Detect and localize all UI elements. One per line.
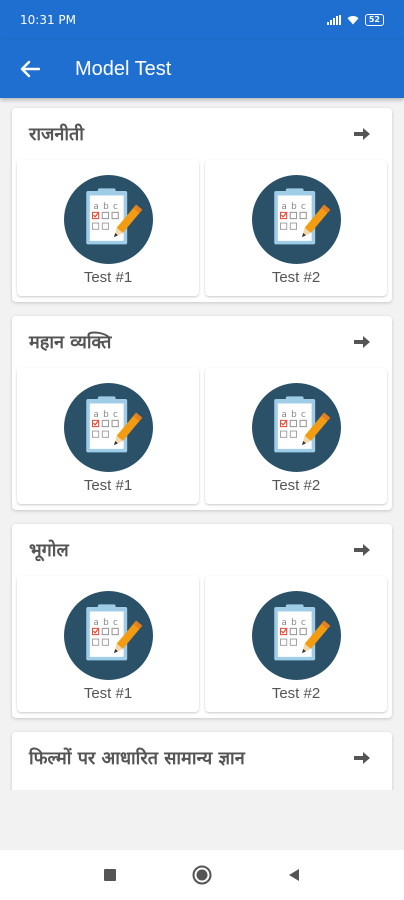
svg-text:b: b (103, 410, 109, 420)
svg-text:a: a (281, 202, 286, 212)
test-card[interactable]: a b c Test #1 (17, 368, 199, 504)
test-card[interactable]: a b c Test #1 (17, 160, 199, 296)
test-cards: a b c Test #1 a b c Test #2 (12, 576, 392, 718)
circle-icon (192, 865, 212, 885)
triangle-back-icon (289, 869, 299, 881)
test-cards: a b c Test #1 a b c Test #2 (12, 160, 392, 302)
test-label: Test #1 (83, 685, 133, 702)
arrow-right-icon (354, 336, 370, 348)
home-button[interactable] (188, 861, 216, 889)
section-title: राजनीती (29, 124, 84, 145)
quiz-clipboard-icon: a b c (251, 591, 341, 680)
system-nav-bar (0, 850, 404, 900)
test-card[interactable]: a b c Test #2 (205, 576, 387, 712)
test-label: Test #2 (271, 477, 321, 494)
app-bar: Model Test (0, 40, 404, 98)
status-time: 10:31 PM (20, 13, 76, 27)
test-card[interactable]: a b c Test #2 (205, 160, 387, 296)
svg-text:c: c (112, 202, 117, 212)
test-cards: a b c Test #1 a b c Test #2 (12, 368, 392, 510)
signal-icon (326, 15, 341, 25)
test-label: Test #1 (83, 269, 133, 286)
back-button[interactable] (0, 40, 60, 98)
test-list[interactable]: राजनीती a b c Test #1 a b c Test #2 महान… (0, 98, 404, 790)
view-all-button[interactable] (350, 330, 374, 354)
section-header: राजनीती (12, 108, 392, 160)
quiz-clipboard-icon: a b c (63, 591, 153, 680)
battery-indicator: 52 (364, 14, 384, 26)
svg-text:c: c (300, 410, 305, 420)
page-title: Model Test (75, 57, 172, 80)
view-all-button[interactable] (350, 122, 374, 146)
view-all-button[interactable] (350, 538, 374, 562)
test-label: Test #2 (271, 269, 321, 286)
svg-text:c: c (300, 202, 305, 212)
svg-text:a: a (281, 410, 286, 420)
arrow-left-icon (20, 60, 40, 78)
svg-text:b: b (291, 202, 297, 212)
section-title: भूगोल (29, 540, 69, 561)
test-card[interactable]: a b c Test #2 (205, 368, 387, 504)
arrow-right-icon (354, 128, 370, 140)
category-section: महान व्यक्ति a b c Test #1 a b c Test #2 (12, 316, 392, 510)
svg-text:c: c (112, 618, 117, 628)
square-icon (104, 869, 116, 881)
category-section: भूगोल a b c Test #1 a b c Test #2 (12, 524, 392, 718)
svg-text:b: b (103, 618, 109, 628)
section-header: महान व्यक्ति (12, 316, 392, 368)
section-header: भूगोल (12, 524, 392, 576)
recents-button[interactable] (96, 861, 124, 889)
test-label: Test #2 (271, 685, 321, 702)
back-nav-button[interactable] (280, 861, 308, 889)
section-title: महान व्यक्ति (29, 332, 112, 353)
svg-text:b: b (291, 410, 297, 420)
svg-text:c: c (300, 618, 305, 628)
quiz-clipboard-icon: a b c (251, 383, 341, 472)
test-card[interactable]: a b c Test #1 (17, 576, 199, 712)
svg-text:a: a (93, 618, 98, 628)
category-section: फिल्मों पर आधारित सामान्य ज्ञान (12, 732, 392, 790)
test-label: Test #1 (83, 477, 133, 494)
arrow-right-icon (354, 544, 370, 556)
section-header: फिल्मों पर आधारित सामान्य ज्ञान (12, 732, 392, 784)
arrow-right-icon (354, 752, 370, 764)
wifi-icon (347, 16, 359, 25)
svg-text:c: c (112, 410, 117, 420)
status-icons: 52 (326, 14, 384, 26)
section-title: फिल्मों पर आधारित सामान्य ज्ञान (29, 748, 245, 769)
svg-text:a: a (93, 410, 98, 420)
svg-text:b: b (103, 202, 109, 212)
quiz-clipboard-icon: a b c (63, 383, 153, 472)
svg-text:a: a (93, 202, 98, 212)
quiz-clipboard-icon: a b c (63, 175, 153, 264)
svg-text:b: b (291, 618, 297, 628)
status-bar: 10:31 PM 52 (0, 0, 404, 40)
view-all-button[interactable] (350, 746, 374, 770)
quiz-clipboard-icon: a b c (251, 175, 341, 264)
category-section: राजनीती a b c Test #1 a b c Test #2 (12, 108, 392, 302)
svg-text:a: a (281, 618, 286, 628)
